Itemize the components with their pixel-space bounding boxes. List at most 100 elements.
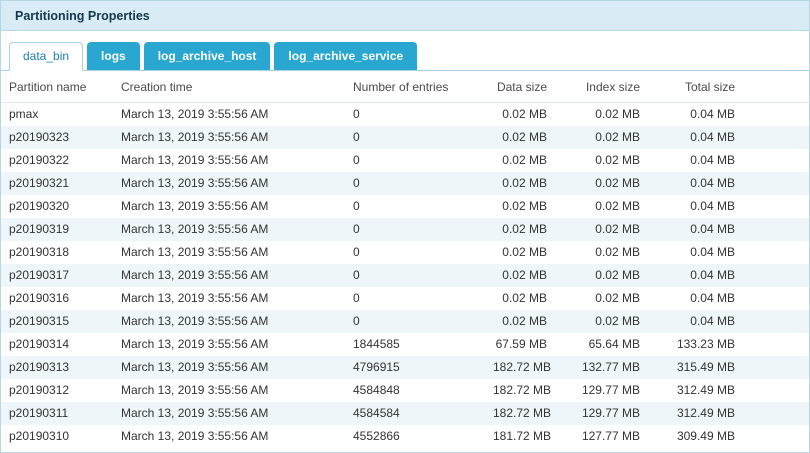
partitions-table: Partition name Creation time Number of e… xyxy=(1,71,809,448)
table-cell: March 13, 2019 3:55:56 AM xyxy=(113,126,345,149)
table-cell: 1844585 xyxy=(345,333,485,356)
table-cell-filler xyxy=(743,195,809,218)
table-cell: March 13, 2019 3:55:56 AM xyxy=(113,103,345,127)
table-cell: 133.23 MB xyxy=(648,333,743,356)
table-row: p20190311March 13, 2019 3:55:56 AM458458… xyxy=(1,402,809,425)
table-row: p20190320March 13, 2019 3:55:56 AM00.02 … xyxy=(1,195,809,218)
tab-data-bin[interactable]: data_bin xyxy=(9,42,83,71)
table-cell: 129.77 MB xyxy=(555,379,648,402)
table-cell: 182.72 MB xyxy=(485,356,555,379)
table-cell: 0.02 MB xyxy=(485,287,555,310)
table-cell: 312.49 MB xyxy=(648,402,743,425)
table-cell: 127.77 MB xyxy=(555,425,648,448)
table-cell-filler xyxy=(743,425,809,448)
table-cell: March 13, 2019 3:55:56 AM xyxy=(113,287,345,310)
table-cell: 0.02 MB xyxy=(485,172,555,195)
table-cell: 4552866 xyxy=(345,425,485,448)
table-cell: p20190319 xyxy=(1,218,113,241)
column-header-total-size: Total size xyxy=(648,71,743,103)
table-row: p20190317March 13, 2019 3:55:56 AM00.02 … xyxy=(1,264,809,287)
table-row: p20190318March 13, 2019 3:55:56 AM00.02 … xyxy=(1,241,809,264)
table-cell: 0.04 MB xyxy=(648,310,743,333)
table-cell: p20190313 xyxy=(1,356,113,379)
table-cell: 0.02 MB xyxy=(555,218,648,241)
table-cell: 0.02 MB xyxy=(485,126,555,149)
table-cell-filler xyxy=(743,126,809,149)
table-cell: March 13, 2019 3:55:56 AM xyxy=(113,356,345,379)
table-cell: 4584848 xyxy=(345,379,485,402)
table-row: p20190316March 13, 2019 3:55:56 AM00.02 … xyxy=(1,287,809,310)
column-header-index-size: Index size xyxy=(555,71,648,103)
table-cell-filler xyxy=(743,356,809,379)
table-cell: 0.02 MB xyxy=(555,241,648,264)
table-cell: 0.02 MB xyxy=(555,195,648,218)
table-cell: 0.02 MB xyxy=(555,172,648,195)
table-row: p20190319March 13, 2019 3:55:56 AM00.02 … xyxy=(1,218,809,241)
table-cell: 0.04 MB xyxy=(648,218,743,241)
table-cell: March 13, 2019 3:55:56 AM xyxy=(113,172,345,195)
table-cell: March 13, 2019 3:55:56 AM xyxy=(113,264,345,287)
table-cell-filler xyxy=(743,103,809,127)
table-cell: March 13, 2019 3:55:56 AM xyxy=(113,149,345,172)
table-cell: pmax xyxy=(1,103,113,127)
table-cell: p20190323 xyxy=(1,126,113,149)
table-row: p20190312March 13, 2019 3:55:56 AM458484… xyxy=(1,379,809,402)
table-cell: 182.72 MB xyxy=(485,402,555,425)
table-cell: 0 xyxy=(345,264,485,287)
table-cell-filler xyxy=(743,241,809,264)
table-row: p20190322March 13, 2019 3:55:56 AM00.02 … xyxy=(1,149,809,172)
table-cell: 0.02 MB xyxy=(555,287,648,310)
table-cell: March 13, 2019 3:55:56 AM xyxy=(113,310,345,333)
table-cell: 315.49 MB xyxy=(648,356,743,379)
tab-log-archive-host[interactable]: log_archive_host xyxy=(144,42,271,70)
column-header-partition-name: Partition name xyxy=(1,71,113,103)
panel-title: Partitioning Properties xyxy=(1,1,809,31)
table-cell-filler xyxy=(743,333,809,356)
table-row: p20190314March 13, 2019 3:55:56 AM184458… xyxy=(1,333,809,356)
table-cell: p20190314 xyxy=(1,333,113,356)
table-cell: 65.64 MB xyxy=(555,333,648,356)
table-row: p20190313March 13, 2019 3:55:56 AM479691… xyxy=(1,356,809,379)
table-cell: 0 xyxy=(345,241,485,264)
table-cell: 0.02 MB xyxy=(555,149,648,172)
table-cell: p20190310 xyxy=(1,425,113,448)
table-row: p20190310March 13, 2019 3:55:56 AM455286… xyxy=(1,425,809,448)
table-cell: p20190316 xyxy=(1,287,113,310)
table-cell: 0.02 MB xyxy=(485,149,555,172)
table-cell: 0.04 MB xyxy=(648,287,743,310)
column-header-data-size: Data size xyxy=(485,71,555,103)
table-cell: 0.02 MB xyxy=(485,195,555,218)
table-cell: 309.49 MB xyxy=(648,425,743,448)
table-cell: p20190311 xyxy=(1,402,113,425)
tab-log-archive-service[interactable]: log_archive_service xyxy=(274,42,417,70)
table-cell: 0.02 MB xyxy=(555,126,648,149)
tab-logs[interactable]: logs xyxy=(87,42,140,70)
table-cell: 0.02 MB xyxy=(555,310,648,333)
table-cell: 0.02 MB xyxy=(485,218,555,241)
column-header-creation-time: Creation time xyxy=(113,71,345,103)
table-cell: 0 xyxy=(345,310,485,333)
table-row: p20190315March 13, 2019 3:55:56 AM0 0.02 … xyxy=(1,310,809,333)
table-cell: 0 xyxy=(345,149,485,172)
table-cell: p20190315 xyxy=(1,310,113,333)
table-cell: 4584584 xyxy=(345,402,485,425)
table-cell: 0.04 MB xyxy=(648,172,743,195)
table-cell: 0.02 MB xyxy=(555,264,648,287)
table-cell: 129.77 MB xyxy=(555,402,648,425)
table-cell: 132.77 MB xyxy=(555,356,648,379)
table-cell: 0.02 MB xyxy=(485,241,555,264)
table-cell-filler xyxy=(743,402,809,425)
table-cell: 0.04 MB xyxy=(648,149,743,172)
column-header-filler xyxy=(743,71,809,103)
table-cell: 0 xyxy=(345,218,485,241)
partitioning-properties-panel: Partitioning Properties data_bin logs lo… xyxy=(0,0,810,453)
table-cell: 0 xyxy=(345,287,485,310)
table-cell: 0 xyxy=(345,126,485,149)
table-cell: 182.72 MB xyxy=(485,379,555,402)
table-cell: March 13, 2019 3:55:56 AM xyxy=(113,425,345,448)
table-cell: 0.02 MB xyxy=(555,103,648,127)
table-row: p20190323March 13, 2019 3:55:56 AM00.02 … xyxy=(1,126,809,149)
table-cell-filler xyxy=(743,149,809,172)
table-cell: 0 xyxy=(345,103,485,127)
table-cell: 0.02 MB xyxy=(485,264,555,287)
